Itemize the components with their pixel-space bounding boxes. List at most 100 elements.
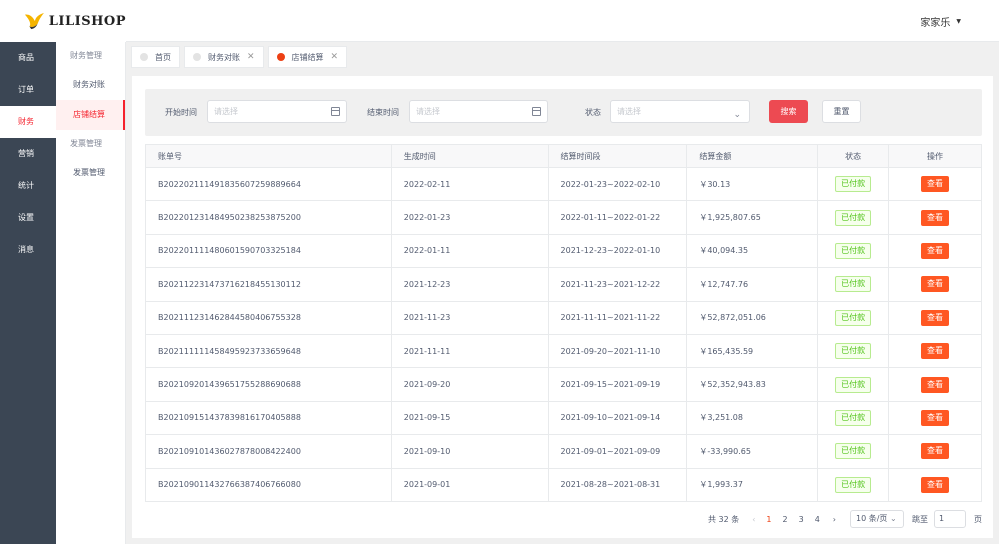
view-button[interactable]: 查看 bbox=[921, 476, 950, 493]
tab-store-settlement[interactable]: 店铺结算 ✕ bbox=[267, 46, 348, 68]
settle-amount-cell: ￥165,435.59 bbox=[686, 333, 819, 369]
bill-no-cell: B202109201439651755288690688 bbox=[145, 367, 392, 402]
status-cell: 已付款 bbox=[817, 400, 890, 436]
end-time-picker[interactable]: 请选择 bbox=[409, 100, 548, 123]
view-button[interactable]: 查看 bbox=[921, 376, 950, 393]
status-badge: 已付款 bbox=[835, 409, 872, 426]
page-4[interactable]: 4 bbox=[815, 515, 820, 524]
created-time-cell: 2021-09-10 bbox=[390, 434, 549, 469]
nav-orders[interactable]: 订单 bbox=[0, 74, 56, 106]
settle-amount-cell: ￥3,251.08 bbox=[686, 400, 819, 436]
tab-label: 首页 bbox=[155, 52, 171, 62]
next-page-icon[interactable]: › bbox=[833, 515, 836, 524]
view-button[interactable]: 查看 bbox=[921, 276, 950, 293]
view-button[interactable]: 查看 bbox=[921, 443, 950, 460]
status-cell: 已付款 bbox=[817, 267, 890, 302]
created-time-cell: 2021-12-23 bbox=[390, 267, 549, 302]
view-button[interactable]: 查看 bbox=[921, 176, 950, 193]
status-cell: 已付款 bbox=[817, 200, 890, 235]
created-time-cell: 2021-11-23 bbox=[390, 300, 549, 335]
user-menu[interactable]: 家家乐 ▼ bbox=[920, 14, 961, 29]
settle-period-cell: 2021-09-20~2021-11-10 bbox=[547, 333, 688, 369]
secondary-sidebar: 财务管理 财务对账 店铺结算 发票管理 发票管理 bbox=[56, 42, 126, 544]
user-name: 家家乐 bbox=[920, 18, 951, 29]
table-row: B202109101436027878008422400 2021-09-10 20… bbox=[145, 434, 982, 469]
start-time-picker[interactable]: 请选择 bbox=[207, 100, 347, 123]
tab-reconciliation[interactable]: 财务对账 ✕ bbox=[184, 46, 264, 68]
actions-cell: 查看 bbox=[888, 267, 982, 302]
search-button[interactable]: 搜索 bbox=[769, 100, 808, 123]
nav-messages[interactable]: 消息 bbox=[0, 234, 56, 266]
col-created-time: 生成时间 bbox=[390, 144, 549, 168]
status-cell: 已付款 bbox=[817, 367, 890, 402]
view-button[interactable]: 查看 bbox=[921, 242, 950, 259]
nav-marketing[interactable]: 营销 bbox=[0, 138, 56, 170]
nav-finance[interactable]: 财务 bbox=[0, 106, 56, 138]
bill-no-cell: B202112231473716218455130112 bbox=[145, 267, 392, 302]
page-2[interactable]: 2 bbox=[783, 515, 788, 524]
settle-period-cell: 2021-12-23~2022-01-10 bbox=[547, 233, 688, 269]
nav-statistics[interactable]: 统计 bbox=[0, 170, 56, 202]
status-badge: 已付款 bbox=[835, 242, 872, 259]
table-row: B202109201439651755288690688 2021-09-20 20… bbox=[145, 367, 982, 402]
bill-no-cell: B202201111480601590703325184 bbox=[145, 233, 392, 269]
close-icon[interactable]: ✕ bbox=[247, 52, 255, 62]
created-time-cell: 2021-09-01 bbox=[390, 467, 549, 502]
page-3[interactable]: 3 bbox=[799, 515, 804, 524]
view-button[interactable]: 查看 bbox=[921, 409, 950, 426]
view-button[interactable]: 查看 bbox=[921, 209, 950, 226]
chevron-down-icon: ⌄ bbox=[733, 110, 741, 120]
table-row: B202109011432766387406766080 2021-09-01 20… bbox=[145, 467, 982, 502]
settle-period-cell: 2022-01-23~2022-02-10 bbox=[547, 166, 688, 202]
table-row: B202201111480601590703325184 2022-01-11 20… bbox=[145, 233, 982, 269]
actions-cell: 查看 bbox=[888, 467, 982, 502]
bill-no-cell: B202111231462844580406755328 bbox=[145, 300, 392, 335]
tab-dot-active-icon bbox=[276, 53, 285, 61]
status-cell: 已付款 bbox=[817, 166, 890, 202]
page-1[interactable]: 1 bbox=[766, 515, 771, 524]
prev-page-icon[interactable]: ‹ bbox=[752, 515, 755, 524]
col-settle-amount: 结算金额 bbox=[686, 144, 819, 168]
status-badge: 已付款 bbox=[835, 343, 872, 360]
sub-nav-invoice[interactable]: 发票管理 bbox=[56, 158, 125, 188]
settle-amount-cell: ￥52,352,943.83 bbox=[686, 367, 819, 402]
status-cell: 已付款 bbox=[817, 333, 890, 369]
chevron-down-icon: ⌄ bbox=[889, 514, 897, 523]
bill-no-cell: B202202111491835607259889664 bbox=[145, 166, 392, 202]
close-icon[interactable]: ✕ bbox=[331, 52, 339, 62]
actions-cell: 查看 bbox=[888, 333, 982, 369]
settle-amount-cell: ￥1,925,807.65 bbox=[686, 200, 819, 235]
bill-no-cell: B202111111458495923733659648 bbox=[145, 333, 392, 369]
created-time-cell: 2021-11-11 bbox=[390, 333, 549, 369]
end-time-label: 结束时间 bbox=[367, 108, 399, 117]
created-time-cell: 2022-01-11 bbox=[390, 233, 549, 269]
end-time-placeholder: 请选择 bbox=[416, 107, 440, 116]
settle-period-cell: 2021-11-23~2021-12-22 bbox=[547, 267, 688, 302]
tab-home[interactable]: 首页 bbox=[131, 46, 180, 68]
jump-input[interactable]: 1 bbox=[934, 510, 966, 528]
status-select[interactable]: 请选择 ⌄ bbox=[610, 100, 750, 123]
table-row: B202111231462844580406755328 2021-11-23 20… bbox=[145, 300, 982, 335]
table-row: B202111111458495923733659648 2021-11-11 20… bbox=[145, 333, 982, 369]
created-time-cell: 2022-02-11 bbox=[390, 166, 549, 202]
nav-settings[interactable]: 设置 bbox=[0, 202, 56, 234]
logo[interactable]: LILISHOP bbox=[0, 0, 126, 42]
actions-cell: 查看 bbox=[888, 367, 982, 402]
view-button[interactable]: 查看 bbox=[921, 343, 950, 360]
sub-nav-reconciliation[interactable]: 财务对账 bbox=[56, 70, 125, 100]
actions-cell: 查看 bbox=[888, 300, 982, 335]
settle-amount-cell: ￥40,094.35 bbox=[686, 233, 819, 269]
created-time-cell: 2021-09-15 bbox=[390, 400, 549, 436]
bill-no-cell: B202109101436027878008422400 bbox=[145, 434, 392, 469]
nav-goods[interactable]: 商品 bbox=[0, 42, 56, 74]
actions-cell: 查看 bbox=[888, 400, 982, 436]
group-title-invoice: 发票管理 bbox=[70, 139, 102, 148]
settle-period-cell: 2021-09-10~2021-09-14 bbox=[547, 400, 688, 436]
settle-amount-cell: ￥12,747.76 bbox=[686, 267, 819, 302]
page-size-select[interactable]: 10 条/页 ⌄ bbox=[850, 510, 904, 528]
reset-button[interactable]: 重置 bbox=[822, 100, 861, 123]
view-button[interactable]: 查看 bbox=[921, 309, 950, 326]
status-cell: 已付款 bbox=[817, 434, 890, 469]
sub-nav-store-settlement[interactable]: 店铺结算 bbox=[56, 100, 125, 130]
status-cell: 已付款 bbox=[817, 467, 890, 502]
